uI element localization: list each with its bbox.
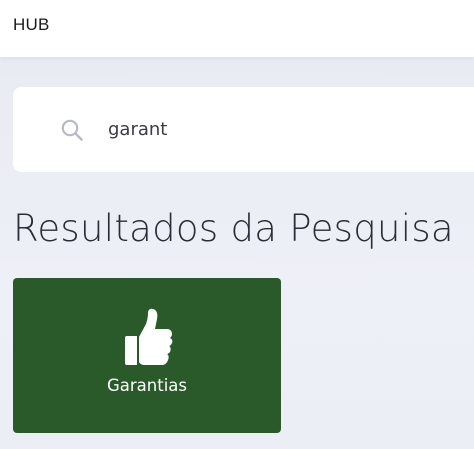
main-content: Resultados da Pesquisa Garantias <box>0 57 474 449</box>
search-box[interactable] <box>13 87 474 172</box>
result-card-garantias[interactable]: Garantias <box>13 278 281 433</box>
results-title: Resultados da Pesquisa <box>13 207 454 250</box>
result-card-label: Garantias <box>106 376 187 395</box>
thumbs-up-icon <box>123 308 173 368</box>
search-icon <box>60 118 84 142</box>
top-bar: HUB <box>0 0 474 57</box>
search-input[interactable] <box>108 109 468 149</box>
brand-logo-text[interactable]: HUB <box>13 15 50 35</box>
